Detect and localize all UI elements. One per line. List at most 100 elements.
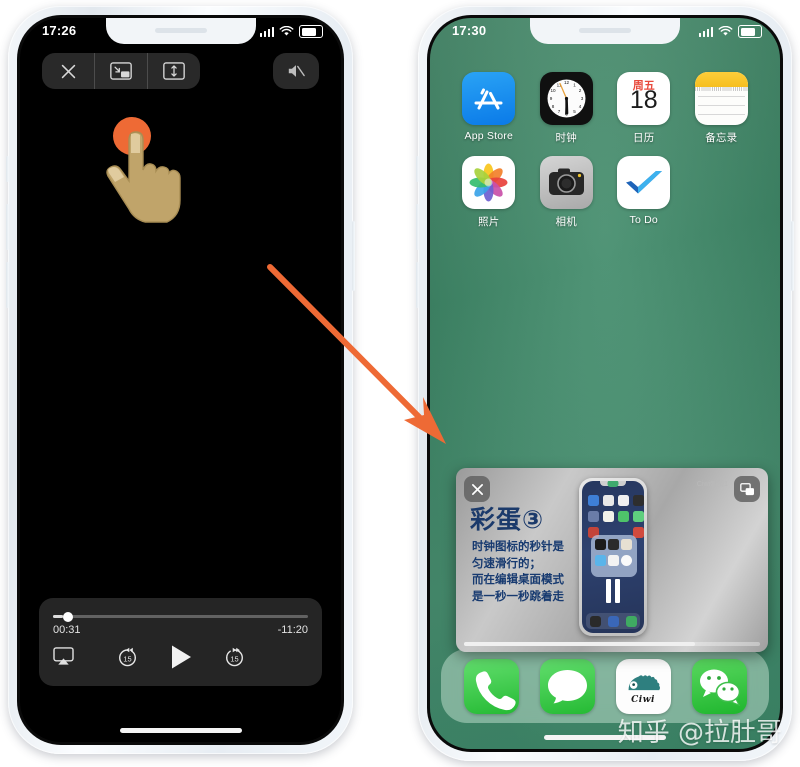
app-icon-photos[interactable]: 照片	[450, 156, 528, 229]
svg-text:2: 2	[578, 88, 581, 93]
svg-text:4: 4	[578, 104, 581, 109]
picture-in-picture-window[interactable]: Ciwi刺猬1 彩蛋③ 时钟图标的秒针是 匀速滑行的； 而在编辑桌面模式 是一秒…	[456, 468, 768, 652]
status-time: 17:26	[42, 23, 77, 38]
power-button[interactable]	[352, 221, 355, 291]
app-label: 日历	[633, 132, 655, 144]
close-x-icon	[471, 483, 483, 495]
app-icon-camera[interactable]: 相机	[528, 156, 606, 229]
battery-icon	[299, 25, 323, 38]
cellular-signal-icon	[259, 26, 274, 37]
pip-title: 彩蛋③	[470, 505, 545, 534]
volume-down-button[interactable]	[6, 262, 9, 308]
mute-switch-right[interactable]	[416, 156, 419, 182]
app-icon-notes[interactable]: 备忘录	[683, 72, 761, 145]
pip-scrollbar[interactable]	[464, 642, 760, 646]
airplay-button[interactable]	[53, 647, 74, 671]
pip-scroll-thumb	[464, 642, 695, 646]
clock-icon: 12 3 6 9 1 2 4 5 7 8 10	[539, 72, 593, 125]
pause-indicator	[606, 579, 620, 603]
progress-knob[interactable]	[63, 611, 74, 622]
svg-text:10: 10	[550, 88, 556, 93]
skip-back-button[interactable]: 15	[116, 646, 139, 674]
video-player-controls[interactable]: 00:31 -11:20 15 15	[39, 598, 322, 686]
app-label: 相机	[555, 216, 577, 228]
skip-back-15-icon: 15	[118, 647, 136, 666]
app-label: 备忘录	[705, 132, 738, 144]
picture-in-picture-button[interactable]	[94, 53, 147, 89]
pip-close-button[interactable]	[464, 476, 490, 502]
app-label: To Do	[629, 214, 658, 226]
progress-slider[interactable]	[53, 611, 308, 622]
mini-badge	[607, 481, 619, 487]
battery-icon	[738, 25, 762, 38]
notes-icon	[694, 72, 748, 125]
video-overlay-controls[interactable]	[42, 53, 200, 89]
pointing-hand-icon	[106, 131, 181, 223]
app-icon-calendar[interactable]: 周五 18 日历	[605, 72, 683, 145]
pip-expand-button[interactable]	[734, 476, 760, 502]
close-x-icon	[61, 64, 75, 78]
power-button-right[interactable]	[791, 221, 794, 291]
status-time-right: 17:30	[452, 23, 487, 38]
right-phone-screen: 17:30 App Store 12 3 9 1 2 4 5 7 8 10 11…	[430, 18, 780, 749]
app-label: App Store	[464, 130, 513, 142]
wifi-icon	[718, 26, 733, 36]
volume-down-button-right[interactable]	[416, 262, 419, 308]
volume-up-button-right[interactable]	[416, 204, 419, 250]
calendar-icon: 周五 18	[617, 72, 671, 125]
mute-switch[interactable]	[6, 156, 9, 182]
cellular-signal-icon	[698, 26, 713, 37]
messages-icon[interactable]	[539, 658, 595, 714]
wifi-icon	[279, 26, 294, 36]
home-indicator[interactable]	[119, 728, 242, 733]
earpiece-speaker-right	[579, 28, 631, 33]
left-phone-screen: 17:26 00:31 -11:20 15 15	[20, 18, 341, 742]
close-button[interactable]	[42, 53, 94, 89]
svg-text:9: 9	[549, 96, 552, 101]
skip-forward-button[interactable]: 15	[223, 646, 246, 674]
mini-folder	[591, 535, 637, 577]
app-store-icon	[462, 72, 516, 125]
picture-in-picture-restore-icon	[739, 482, 754, 495]
expand-vertical-icon	[163, 62, 185, 80]
pip-video-content	[579, 478, 647, 636]
calendar-day: 18	[629, 86, 658, 114]
home-screen-icons: App Store 12 3 6 9 1 2	[450, 72, 760, 240]
skip-forward-15-icon: 15	[225, 647, 243, 666]
pip-watermark: Ciwi刺猬1	[696, 481, 728, 488]
remaining-time: -11:20	[277, 624, 308, 636]
svg-text:8: 8	[551, 104, 554, 109]
left-phone-device: 17:26 00:31 -11:20 15 15	[6, 6, 355, 754]
notch-right	[530, 18, 680, 44]
speaker-muted-icon	[288, 65, 305, 77]
app-icon-clock[interactable]: 12 3 6 9 1 2 4 5 7 8 10	[528, 72, 606, 145]
todo-checkmark-icon	[617, 156, 671, 209]
play-button[interactable]	[169, 644, 193, 675]
page-watermark: 知乎 @拉肚哥	[617, 718, 782, 748]
app-label: 时钟	[555, 132, 577, 144]
icon-row-1: App Store 12 3 6 9 1 2	[450, 72, 760, 156]
mute-button[interactable]	[273, 53, 319, 89]
icon-row-2: 照片 相机 To Do	[450, 156, 760, 240]
volume-up-button[interactable]	[6, 204, 9, 250]
app-icon-todo[interactable]: To Do	[605, 156, 683, 229]
ciwi-hedgehog-icon[interactable]: Ciwi	[615, 658, 671, 714]
notch	[105, 18, 256, 44]
play-icon	[171, 645, 191, 669]
phone-icon[interactable]	[463, 658, 519, 714]
progress-fill	[53, 615, 64, 618]
elapsed-time: 00:31	[53, 624, 81, 636]
wechat-icon[interactable]	[691, 658, 747, 714]
expand-button[interactable]	[147, 53, 200, 89]
app-icon-app-store[interactable]: App Store	[450, 72, 528, 145]
photos-icon	[462, 156, 516, 209]
app-label: 照片	[478, 216, 500, 228]
svg-text:5: 5	[573, 109, 576, 114]
picture-in-picture-icon	[110, 62, 132, 80]
skip-forward-label: 15	[230, 654, 238, 663]
mini-dock	[586, 613, 640, 629]
airplay-icon	[53, 647, 74, 665]
svg-text:3: 3	[580, 96, 583, 101]
svg-text:7: 7	[557, 109, 560, 114]
svg-text:1: 1	[573, 83, 576, 88]
